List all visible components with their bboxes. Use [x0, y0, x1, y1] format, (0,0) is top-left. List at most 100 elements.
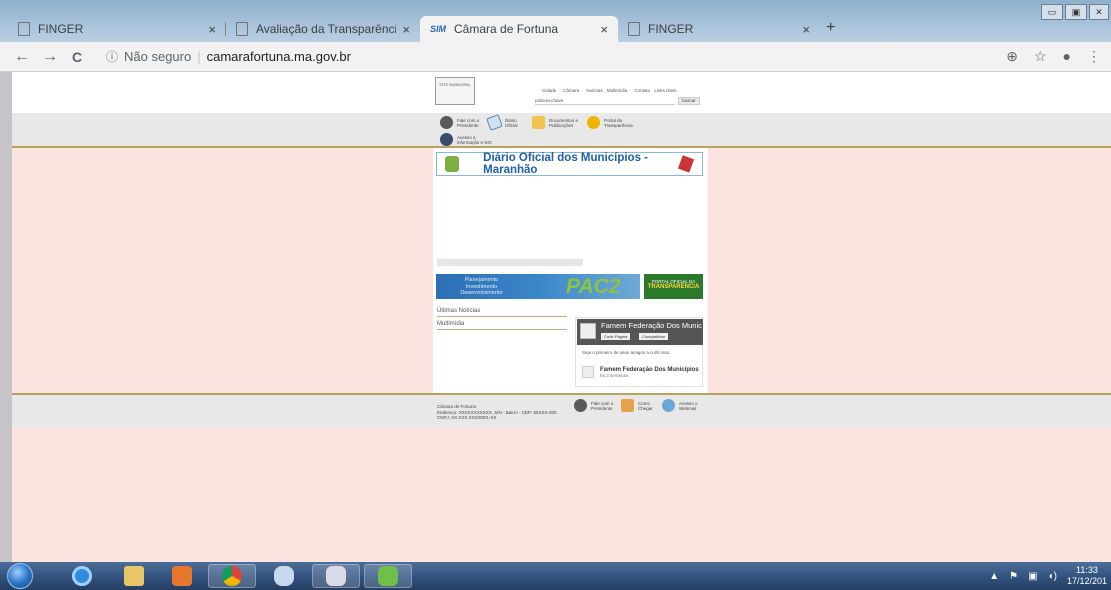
- share-button[interactable]: Compartilhar: [639, 333, 668, 340]
- banner-title: Diário Oficial dos Municípios - Maranhão: [483, 152, 648, 176]
- info-icon[interactable]: ⓘ: [106, 48, 118, 65]
- minimize-button[interactable]: ▭: [1041, 4, 1063, 20]
- menu-acesso-informacao[interactable]: Acesso a informação e-SIC: [440, 133, 497, 146]
- search-placeholder: palavra-chave: [535, 98, 564, 103]
- paint-icon: [274, 566, 294, 586]
- logo-text: SITE MUNICIPAL: [439, 82, 471, 87]
- back-icon[interactable]: ←: [14, 48, 30, 66]
- close-tab-icon[interactable]: ×: [208, 22, 216, 37]
- taskbar-paint[interactable]: [260, 564, 308, 588]
- nav-camara[interactable]: Câmara ·: [563, 88, 582, 93]
- tab-title: Avaliação da Transparência dos l: [256, 22, 396, 36]
- taskbar-app[interactable]: [364, 564, 412, 588]
- nav-links-uteis[interactable]: Links Úteis: [654, 88, 676, 93]
- tray-expand-icon[interactable]: ▲: [989, 571, 999, 582]
- bookmark-star-icon[interactable]: ☆: [1034, 48, 1047, 65]
- nav-contato[interactable]: Contato: [634, 88, 650, 93]
- famem-logo-icon: [580, 323, 596, 339]
- green-app-icon: [378, 566, 398, 586]
- forward-icon[interactable]: →: [42, 48, 58, 66]
- menu-icon[interactable]: ⋮: [1087, 48, 1101, 65]
- windows-orb-icon: [7, 563, 33, 589]
- footer-webmail[interactable]: Acesso o Webmail: [662, 399, 705, 412]
- pac2-banner[interactable]: Planejamento Investimento Desenvolviment…: [436, 274, 640, 299]
- fb-post-meta: Famem Federação Dos Municípios há 3 sema…: [600, 367, 699, 378]
- close-window-button[interactable]: ✕: [1089, 4, 1109, 20]
- security-label: Não seguro: [124, 49, 192, 64]
- browser-tab-bar: FINGER × Avaliação da Transparência dos …: [0, 0, 1111, 42]
- menu-fale-presidente[interactable]: Fale com o Presidente: [440, 116, 489, 129]
- volume-icon[interactable]: ◖): [1048, 571, 1057, 582]
- tab-camara-fortuna[interactable]: SIM Câmara de Fortuna ×: [420, 16, 618, 42]
- webmail-icon: [662, 399, 675, 412]
- diary-icon: [486, 114, 503, 131]
- taskbar-media-player[interactable]: [158, 564, 206, 588]
- fb-post-header[interactable]: Famem Federação Dos Municípios há 3 sema…: [582, 366, 699, 378]
- site-logo[interactable]: SITE MUNICIPAL: [435, 77, 475, 105]
- new-tab-button[interactable]: +: [826, 19, 835, 37]
- tab-finger-2[interactable]: FINGER ×: [618, 16, 820, 42]
- pac-lines: Planejamento Investimento Desenvolviment…: [460, 277, 503, 296]
- taskbar-ie[interactable]: [58, 564, 106, 588]
- nav-multimidia[interactable]: Multimídia ·: [607, 88, 630, 93]
- system-tray: ▲ ⚑ ▣ ◖) 11:33 17/12/201: [989, 562, 1111, 590]
- browser-toolbar: ← → C ⓘ Não seguro | camarafortuna.ma.go…: [0, 42, 1111, 72]
- fb-time-ago: há 3 semanas: [600, 372, 629, 378]
- menu-documentos[interactable]: Documentos e Publicações: [532, 116, 589, 129]
- link-ultimas-noticias[interactable]: Últimas Notícias: [437, 308, 567, 317]
- famem-logo-icon: [677, 155, 695, 173]
- folder-icon: [532, 116, 545, 129]
- fb-page-name[interactable]: Famem Federação Dos Municípios: [600, 367, 699, 373]
- nav-cidade[interactable]: Cidade ·: [542, 88, 559, 93]
- person-icon: [440, 116, 453, 129]
- clock[interactable]: 11:33 17/12/201: [1067, 565, 1107, 587]
- menu-portal-transparencia[interactable]: Portal da Transparência: [587, 116, 644, 129]
- tab-avaliacao[interactable]: Avaliação da Transparência dos l ×: [226, 16, 420, 42]
- tab-title: FINGER: [648, 22, 694, 36]
- toolbar-actions: ⊕ ☆ ● ⋮: [1006, 48, 1101, 65]
- footer-como-chegar[interactable]: Como Chegar: [621, 399, 658, 412]
- address-divider: |: [197, 49, 201, 64]
- fb-be-first-text: Seja o primeiro de seus amigos a curtir …: [582, 350, 671, 355]
- close-tab-icon[interactable]: ×: [402, 22, 410, 37]
- profile-icon[interactable]: ●: [1063, 48, 1071, 65]
- facebook-page-widget: Famem Federação Dos Munic Curtir Página …: [575, 317, 703, 387]
- reload-icon[interactable]: C: [70, 49, 84, 65]
- close-tab-icon[interactable]: ×: [802, 22, 810, 37]
- link-multimidia[interactable]: Multimídia: [437, 321, 567, 330]
- diario-oficial-banner[interactable]: Diário Oficial dos Municípios - Maranhão: [436, 152, 703, 176]
- snipping-tool-icon: [326, 566, 346, 586]
- like-page-button[interactable]: Curtir Página: [601, 333, 631, 340]
- footer-fale-presidente[interactable]: Fale com o Presidente: [574, 399, 619, 412]
- start-button[interactable]: [4, 562, 36, 590]
- maximize-button[interactable]: ▣: [1065, 4, 1087, 20]
- address-bar[interactable]: ⓘ Não seguro | camarafortuna.ma.gov.br: [106, 48, 351, 65]
- footer-divider: [12, 393, 1111, 395]
- map-icon: [621, 399, 634, 412]
- clock-date: 17/12/201: [1066, 576, 1107, 586]
- tab-title: Câmara de Fortuna: [454, 22, 559, 36]
- famem-avatar-icon: [582, 366, 594, 378]
- top-navigation: Cidade · Câmara · Notícias Multimídia · …: [542, 88, 679, 93]
- search-button[interactable]: buscar: [678, 97, 700, 105]
- portal-transparencia-banner[interactable]: PORTAL OFICIAL DA TRANSPARÊNCIA: [644, 274, 703, 299]
- window-left-edge: [0, 72, 12, 562]
- page-viewport: [0, 72, 1111, 562]
- facebook-cover[interactable]: Famem Federação Dos Munic Curtir Página …: [577, 319, 703, 345]
- portal-big-text: TRANSPARÊNCIA: [647, 284, 700, 290]
- pac-logo-text: PAC2: [566, 275, 621, 298]
- close-tab-icon[interactable]: ×: [600, 22, 608, 37]
- taskbar-chrome[interactable]: [208, 564, 256, 588]
- taskbar-snipping-tool[interactable]: [312, 564, 360, 588]
- menu-diario-oficial[interactable]: Diário Oficial: [486, 114, 527, 131]
- internet-explorer-icon: [72, 566, 92, 586]
- nav-noticias[interactable]: Notícias: [586, 88, 602, 93]
- zoom-icon[interactable]: ⊕: [1006, 48, 1018, 65]
- network-icon[interactable]: ▣: [1028, 571, 1037, 582]
- site-favicon-icon: SIM: [430, 24, 447, 34]
- tab-finger-1[interactable]: FINGER ×: [8, 16, 226, 42]
- chrome-icon: [222, 566, 242, 586]
- crest-icon: [445, 156, 460, 172]
- flag-icon[interactable]: ⚑: [1009, 571, 1018, 582]
- taskbar-explorer[interactable]: [110, 564, 158, 588]
